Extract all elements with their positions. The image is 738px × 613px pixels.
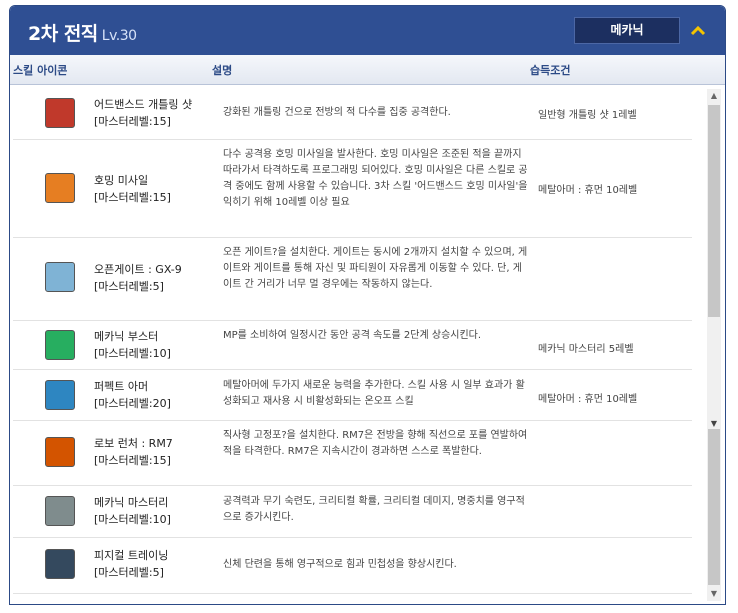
- skill-desc: 직사형 고정포?을 설치한다. RM7은 전방을 향해 직선으로 포를 연발하여…: [223, 430, 528, 457]
- skill-name: 오픈게이트 : GX-9: [94, 263, 182, 276]
- skill-desc: MP를 소비하여 일정시간 동안 공격 속도를 2단계 상승시킨다.: [223, 330, 482, 341]
- robo-launcher-icon: [45, 437, 75, 467]
- skill-master-level: [마스터레벨:20]: [94, 397, 171, 410]
- skill-cond: 메탈아머 : 휴먼 10레벨: [538, 185, 638, 196]
- skill-desc: 강화된 개틀링 건으로 전방의 적 다수를 집중 공격한다.: [223, 107, 451, 118]
- collapse-chevron-up-icon[interactable]: [688, 21, 708, 39]
- skill-master-level: [마스터레벨:15]: [94, 454, 171, 467]
- skill-panel: 2차 전직 Lv.30 메카닉 스킬 아이콘 설명 습득조건 어드밴스드 개틀링 …: [9, 5, 726, 605]
- skill-desc: 신체 단련을 통해 영구적으로 힘과 민첩성을 향상시킨다.: [223, 559, 457, 570]
- vertical-scrollbar[interactable]: ▲ ▼ ▼: [707, 89, 721, 601]
- skill-master-level: [마스터레벨:15]: [94, 191, 171, 204]
- skill-desc: 메탈아머에 두가지 새로운 능력을 추가한다. 스킬 사용 시 일부 효과가 활…: [223, 380, 525, 407]
- scroll-thumb-lower[interactable]: [708, 429, 720, 585]
- skill-master-level: [마스터레벨:5]: [94, 280, 164, 293]
- skill-master-level: [마스터레벨:5]: [94, 566, 164, 579]
- skill-master-level: [마스터레벨:10]: [94, 347, 171, 360]
- scroll-up-arrow-icon[interactable]: ▲: [707, 89, 721, 103]
- skill-desc: 공격력과 무기 숙련도, 크리티컬 확률, 크리티컬 데미지, 명중치를 영구적…: [223, 496, 525, 523]
- mechanic-booster-icon: [45, 330, 75, 360]
- skill-row[interactable]: 로보 런처 : RM7 [마스터레벨:15] 직사형 고정포?을 설치한다. RM…: [13, 420, 692, 486]
- job-title: 2차 전직: [28, 23, 98, 45]
- skill-name: 메카닉 부스터: [94, 330, 159, 343]
- skill-desc: 다수 공격용 호밍 미사일을 발사한다. 호밍 미사일은 조준된 적을 끝까지 …: [223, 149, 528, 208]
- skill-list: 어드밴스드 개틀링 샷 [마스터레벨:15] 강화된 개틀링 건으로 전방의 적 …: [13, 87, 692, 599]
- skill-name: 호밍 미사일: [94, 174, 149, 187]
- panel-header: 2차 전직 Lv.30 메카닉: [10, 6, 725, 55]
- skill-row[interactable]: 호밍 미사일 [마스터레벨:15] 다수 공격용 호밍 미사일을 발사한다. 호밍…: [13, 139, 692, 238]
- scroll-thumb[interactable]: [708, 105, 720, 317]
- perfect-armor-icon: [45, 380, 75, 410]
- skill-master-level: [마스터레벨:15]: [94, 115, 171, 128]
- skill-row[interactable]: 어드밴스드 개틀링 샷 [마스터레벨:15] 강화된 개틀링 건으로 전방의 적 …: [13, 87, 692, 140]
- skill-cond: 메카닉 마스터리 5레벨: [538, 344, 634, 355]
- scroll-down-arrow-icon[interactable]: ▼: [707, 587, 721, 601]
- gatling-shot-icon: [45, 98, 75, 128]
- physical-training-icon: [45, 549, 75, 579]
- open-gate-icon: [45, 262, 75, 292]
- column-cond-label: 습득조건: [530, 64, 571, 77]
- column-desc-label: 설명: [212, 64, 233, 77]
- skill-row[interactable]: 메카닉 마스터리 [마스터레벨:10] 공격력과 무기 숙련도, 크리티컬 확률,…: [13, 485, 692, 538]
- skill-name: 퍼펙트 아머: [94, 380, 149, 393]
- scroll-mid-arrow-icon: ▼: [710, 419, 718, 428]
- skill-name: 어드밴스드 개틀링 샷: [94, 98, 193, 111]
- skill-name: 로보 런처 : RM7: [94, 437, 173, 450]
- skill-row[interactable]: 퍼펙트 아머 [마스터레벨:20] 메탈아머에 두가지 새로운 능력을 추가한다.…: [13, 369, 692, 421]
- job-level: Lv.30: [101, 28, 137, 44]
- homing-missile-icon: [45, 173, 75, 203]
- job-select-button[interactable]: 메카닉: [574, 17, 680, 44]
- skill-name: 피지컬 트레이닝: [94, 549, 169, 562]
- skill-cond: 메탈아머 : 휴먼 10레벨: [538, 394, 638, 405]
- column-header: 스킬 아이콘 설명 습득조건: [10, 55, 725, 85]
- skill-row[interactable]: 메카닉 부스터 [마스터레벨:10] MP를 소비하여 일정시간 동안 공격 속도…: [13, 320, 692, 370]
- skill-desc: 오픈 게이트?을 설치한다. 게이트는 동시에 2개까지 설치할 수 있으며, …: [223, 247, 528, 290]
- mechanic-mastery-icon: [45, 496, 75, 526]
- column-icon-label: 스킬 아이콘: [13, 64, 68, 77]
- skill-name: 메카닉 마스터리: [94, 496, 169, 509]
- skill-master-level: [마스터레벨:10]: [94, 513, 171, 526]
- panel-title: 2차 전직 Lv.30: [28, 19, 137, 46]
- skill-row[interactable]: 피지컬 트레이닝 [마스터레벨:5] 신체 단련을 통해 영구적으로 힘과 민첩성…: [13, 537, 692, 594]
- skill-cond: 일반형 개틀링 샷 1레벨: [538, 110, 637, 121]
- skill-row[interactable]: 오픈게이트 : GX-9 [마스터레벨:5] 오픈 게이트?을 설치한다. 게이트…: [13, 237, 692, 321]
